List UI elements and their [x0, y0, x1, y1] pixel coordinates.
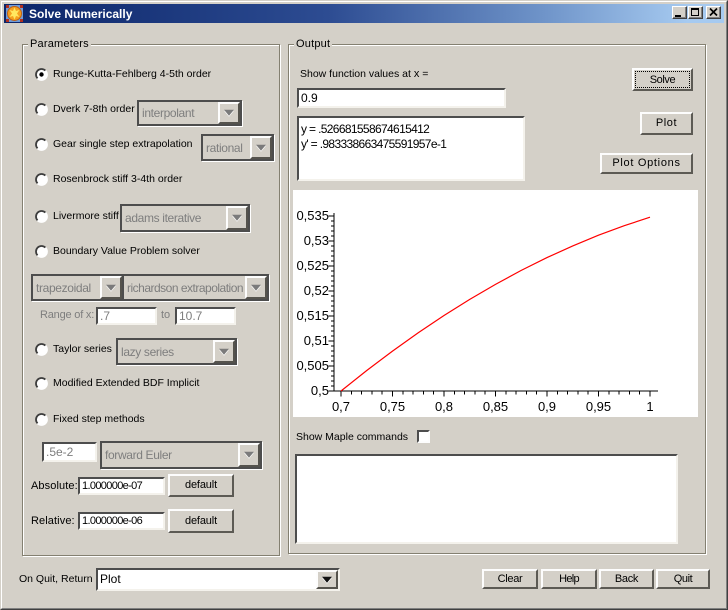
svg-text:0,515: 0,515: [296, 308, 329, 323]
svg-text:0,535: 0,535: [296, 208, 329, 223]
svg-text:0,53: 0,53: [304, 233, 329, 248]
svg-text:0,85: 0,85: [483, 399, 508, 414]
svg-text:0,7: 0,7: [332, 399, 350, 414]
svg-text:0,8: 0,8: [435, 399, 453, 414]
svg-text:0,52: 0,52: [304, 283, 329, 298]
svg-text:0,51: 0,51: [304, 333, 329, 348]
svg-text:0,505: 0,505: [296, 358, 329, 373]
svg-text:1: 1: [646, 399, 653, 414]
svg-text:0,9: 0,9: [538, 399, 556, 414]
svg-text:0,525: 0,525: [296, 258, 329, 273]
svg-text:0,95: 0,95: [586, 399, 611, 414]
svg-text:0,75: 0,75: [380, 399, 405, 414]
svg-text:0,5: 0,5: [311, 383, 329, 398]
